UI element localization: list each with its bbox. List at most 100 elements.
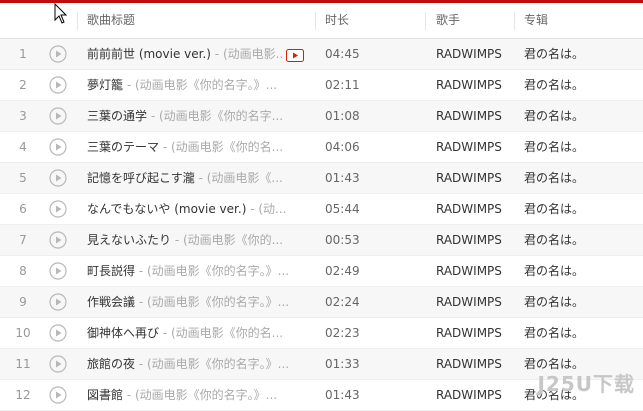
song-subtitle: - (动画电影《你的... — [171, 233, 284, 247]
song-duration: 02:24 — [325, 295, 360, 309]
song-album[interactable]: 君の名は。 — [524, 70, 584, 100]
table-row[interactable]: 5 記憶を呼び起こす瀧 - (动画电影《... 01:43 RADWIMPS 君… — [0, 163, 643, 194]
song-title-cell[interactable]: 旅館の夜 - (动画电影《你的名字。》... — [87, 349, 289, 379]
table-row[interactable]: 2 夢灯籠 - (动画电影《你的名字。》... 02:11 RADWIMPS 君… — [0, 70, 643, 101]
song-artist[interactable]: RADWIMPS — [436, 39, 502, 69]
song-title-cell[interactable]: 記憶を呼び起こす瀧 - (动画电影《... — [87, 163, 283, 193]
song-title[interactable]: 記憶を呼び起こす瀧 — [87, 171, 195, 185]
play-icon[interactable] — [49, 355, 67, 373]
play-icon[interactable] — [49, 45, 67, 63]
song-album[interactable]: 君の名は。 — [524, 132, 584, 162]
song-title[interactable]: 三葉のテーマ — [87, 140, 159, 154]
play-icon[interactable] — [49, 169, 67, 187]
song-title-cell[interactable]: 図書館 - (动画电影《你的名字。》... — [87, 380, 277, 410]
song-title-cell[interactable]: 見えないふたり - (动画电影《你的... — [87, 225, 283, 255]
play-icon[interactable] — [49, 386, 67, 404]
song-artist[interactable]: RADWIMPS — [436, 380, 502, 410]
table-row[interactable]: 6 なんでもないや (movie ver.) - (动... 05:44 RAD… — [0, 194, 643, 225]
song-title[interactable]: 旅館の夜 — [87, 357, 135, 371]
song-duration: 02:49 — [325, 264, 360, 278]
song-album[interactable]: 君の名は。 — [524, 318, 584, 348]
table-row[interactable]: 1 前前前世 (movie ver.) - (动画电影... 04:45 RAD… — [0, 39, 643, 70]
song-artist[interactable]: RADWIMPS — [436, 194, 502, 224]
song-artist[interactable]: RADWIMPS — [436, 132, 502, 162]
header-album[interactable]: 专辑 — [524, 3, 548, 38]
song-subtitle: - (动画电影《你的名字。》... — [123, 388, 278, 402]
song-subtitle: - (动画电影《你的名字。》... — [135, 264, 290, 278]
song-title[interactable]: 作戦会議 — [87, 295, 135, 309]
table-row[interactable]: 10 御神体へ再び - (动画电影《你的名... 02:23 RADWIMPS … — [0, 318, 643, 349]
song-artist[interactable]: RADWIMPS — [436, 70, 502, 100]
play-icon[interactable] — [49, 262, 67, 280]
song-album[interactable]: 君の名は。 — [524, 256, 584, 286]
song-subtitle: - (动画电影《你的名... — [159, 326, 284, 340]
track-number: 9 — [19, 295, 27, 309]
song-artist[interactable]: RADWIMPS — [436, 318, 502, 348]
song-title-cell[interactable]: 夢灯籠 - (动画电影《你的名字。》... — [87, 70, 277, 100]
play-icon[interactable] — [49, 138, 67, 156]
song-artist[interactable]: RADWIMPS — [436, 349, 502, 379]
play-icon[interactable] — [49, 200, 67, 218]
table-row[interactable]: 8 町長説得 - (动画电影《你的名字。》... 02:49 RADWIMPS … — [0, 256, 643, 287]
song-album[interactable]: 君の名は。 — [524, 101, 584, 131]
song-title[interactable]: 前前前世 (movie ver.) — [87, 47, 211, 61]
play-icon[interactable] — [49, 324, 67, 342]
song-album[interactable]: 君の名は。 — [524, 163, 584, 193]
song-duration: 05:44 — [325, 202, 360, 216]
song-album[interactable]: 君の名は。 — [524, 194, 584, 224]
song-album[interactable]: 君の名は。 — [524, 39, 584, 69]
header-artist[interactable]: 歌手 — [436, 3, 460, 38]
song-artist[interactable]: RADWIMPS — [436, 101, 502, 131]
song-duration: 01:33 — [325, 357, 360, 371]
track-number: 8 — [19, 264, 27, 278]
song-duration: 01:43 — [325, 171, 360, 185]
song-subtitle: - (动画电影... — [210, 47, 282, 61]
mv-icon[interactable] — [286, 49, 304, 62]
table-row[interactable]: 4 三葉のテーマ - (动画电影《你的名... 04:06 RADWIMPS 君… — [0, 132, 643, 163]
song-title-cell[interactable]: なんでもないや (movie ver.) - (动... — [87, 194, 286, 224]
header-divider — [514, 12, 515, 30]
track-number: 7 — [19, 233, 27, 247]
song-title-cell[interactable]: 前前前世 (movie ver.) - (动画电影... — [87, 39, 282, 69]
header-divider — [77, 12, 78, 30]
song-artist[interactable]: RADWIMPS — [436, 225, 502, 255]
table-row[interactable]: 7 見えないふたり - (动画电影《你的... 00:53 RADWIMPS 君… — [0, 225, 643, 256]
play-icon[interactable] — [49, 76, 67, 94]
song-duration: 01:08 — [325, 109, 360, 123]
track-number: 10 — [15, 326, 31, 340]
table-row[interactable]: 9 作戦会議 - (动画电影《你的名字。》... 02:24 RADWIMPS … — [0, 287, 643, 318]
song-title-cell[interactable]: 三葉のテーマ - (动画电影《你的名... — [87, 132, 283, 162]
song-artist[interactable]: RADWIMPS — [436, 256, 502, 286]
song-title-cell[interactable]: 三葉の通学 - (动画电影《你的名字... — [87, 101, 283, 131]
song-title[interactable]: 見えないふたり — [87, 233, 171, 247]
song-title-cell[interactable]: 作戦会議 - (动画电影《你的名字。》... — [87, 287, 289, 317]
play-icon[interactable] — [49, 293, 67, 311]
song-duration: 02:23 — [325, 326, 360, 340]
play-icon[interactable] — [49, 231, 67, 249]
song-artist[interactable]: RADWIMPS — [436, 163, 502, 193]
header-duration[interactable]: 时长 — [325, 3, 349, 38]
song-album[interactable]: 君の名は。 — [524, 287, 584, 317]
song-title-cell[interactable]: 御神体へ再び - (动画电影《你的名... — [87, 318, 283, 348]
song-subtitle: - (动画电影《你的名字。》... — [135, 357, 290, 371]
song-title[interactable]: 図書館 — [87, 388, 123, 402]
song-title[interactable]: 夢灯籠 — [87, 78, 123, 92]
table-body: 1 前前前世 (movie ver.) - (动画电影... 04:45 RAD… — [0, 39, 643, 411]
play-icon[interactable] — [49, 107, 67, 125]
header-divider — [315, 12, 316, 30]
table-row[interactable]: 3 三葉の通学 - (动画电影《你的名字... 01:08 RADWIMPS 君… — [0, 101, 643, 132]
watermark-logo: J25U下载 — [537, 372, 635, 396]
track-number: 1 — [19, 47, 27, 61]
song-album[interactable]: 君の名は。 — [524, 225, 584, 255]
song-title[interactable]: なんでもないや (movie ver.) — [87, 202, 246, 216]
song-duration: 04:06 — [325, 140, 360, 154]
header-title[interactable]: 歌曲标题 — [87, 3, 135, 38]
song-artist[interactable]: RADWIMPS — [436, 287, 502, 317]
song-title[interactable]: 町長説得 — [87, 264, 135, 278]
song-title-cell[interactable]: 町長説得 - (动画电影《你的名字。》... — [87, 256, 289, 286]
song-title[interactable]: 三葉の通学 — [87, 109, 147, 123]
track-number: 12 — [15, 388, 31, 402]
song-subtitle: - (动... — [246, 202, 287, 216]
header-divider — [425, 12, 426, 30]
song-title[interactable]: 御神体へ再び — [87, 326, 159, 340]
